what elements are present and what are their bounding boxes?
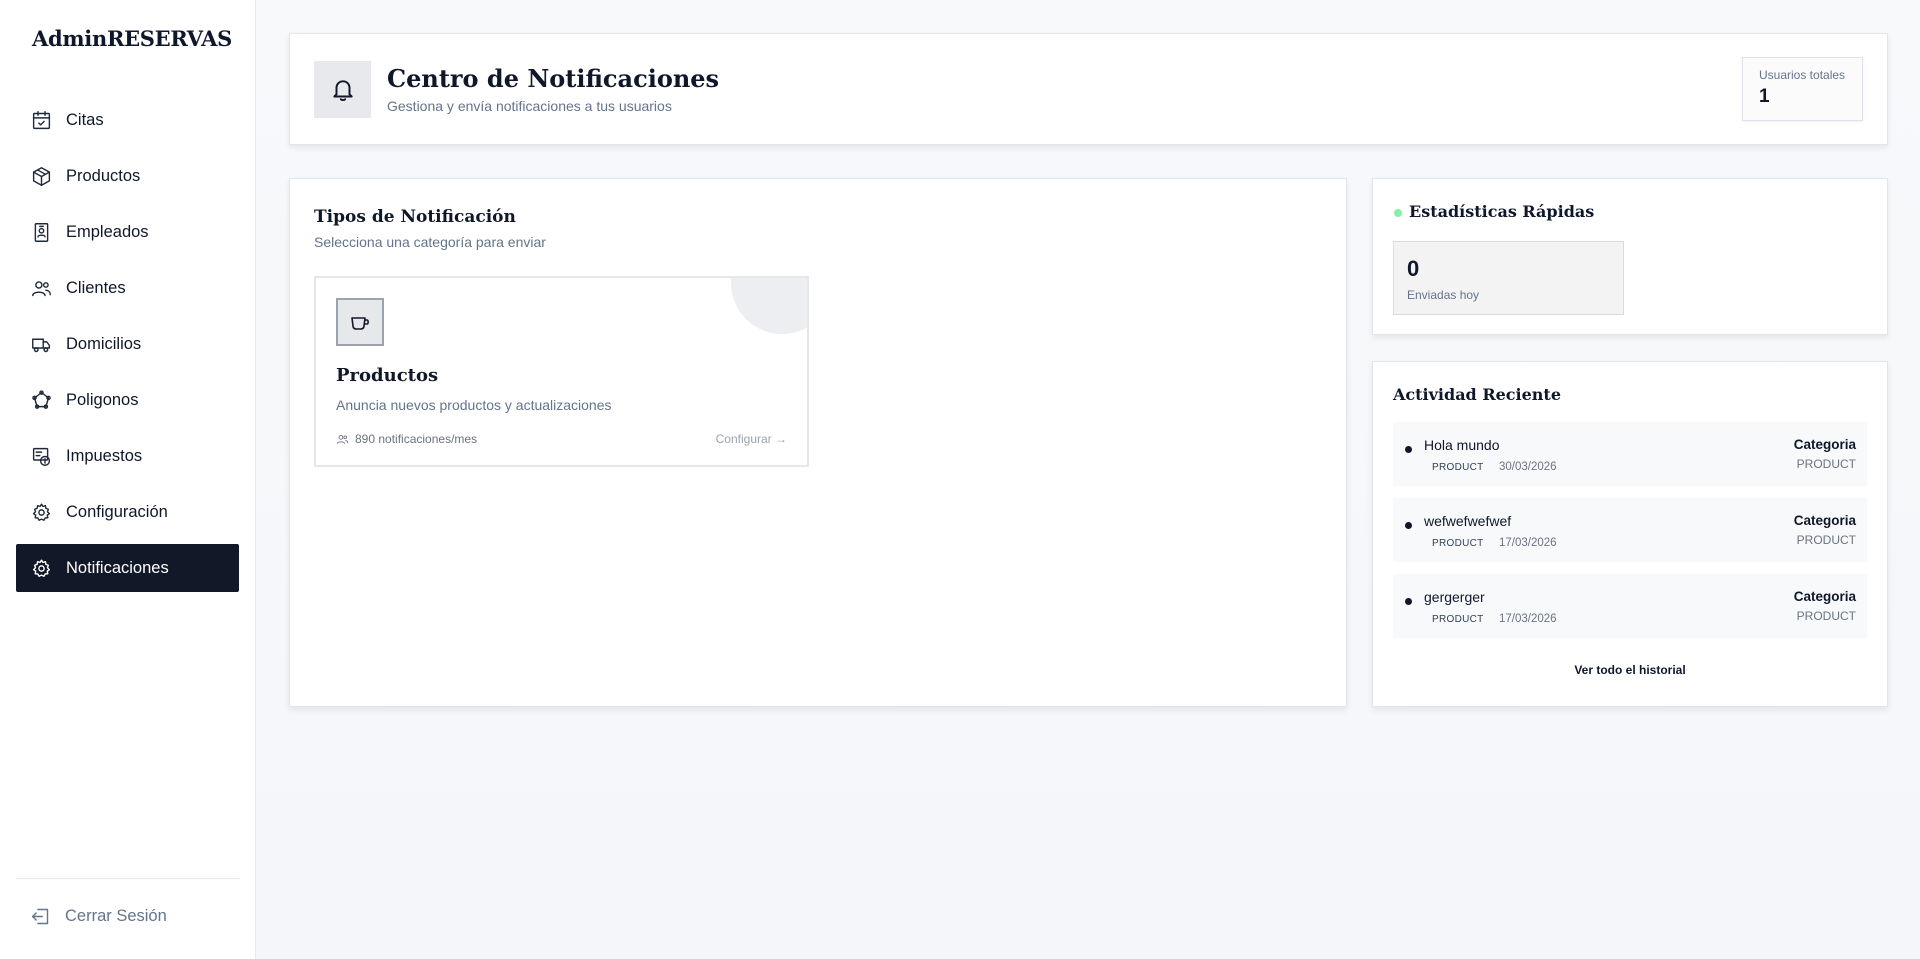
gear-icon [30,501,52,523]
list-item[interactable]: wefwefwefwef PRODUCT 17/03/2026 Categori… [1393,498,1867,562]
sidebar-item-label: Poligonos [66,390,139,409]
total-users-label: Usuarios totales [1759,68,1846,82]
logout-label: Cerrar Sesión [65,907,167,925]
notification-type-card-productos[interactable]: Productos Anuncia nuevos productos y act… [314,276,809,467]
id-badge-icon [30,221,52,243]
sidebar-item-label: Configuración [66,502,168,521]
sidebar: AdminRESERVAS Citas Productos Empleados … [0,0,256,959]
activity-date: 17/03/2026 [1499,537,1557,549]
tax-icon [30,445,52,467]
activity-category: Categoria [1793,437,1856,452]
activity-category-value: PRODUCT [1796,609,1856,623]
sent-today-label: Enviadas hoy [1407,288,1480,302]
bullet-icon [1405,598,1412,605]
sidebar-item-label: Domicilios [66,334,142,353]
sidebar-item-domicilios[interactable]: Domicilios [16,320,239,368]
notification-types-subtitle: Selecciona una categoría para enviar [314,234,546,250]
activity-tag: PRODUCT [1432,462,1484,473]
sidebar-item-clientes[interactable]: Clientes [16,264,239,312]
calendar-check-icon [30,109,52,131]
sidebar-item-citas[interactable]: Citas [16,96,239,144]
users-icon [30,277,52,299]
sidebar-item-empleados[interactable]: Empleados [16,208,239,256]
card-title: Productos [336,365,439,386]
page-subtitle: Gestiona y envía notificaciones a tus us… [387,98,672,114]
cup-icon [336,298,384,346]
decorative-circle [731,278,807,334]
gear-icon [30,557,52,579]
recent-activity-panel: Actividad Reciente Hola mundo PRODUCT 30… [1372,361,1888,707]
sidebar-item-label: Clientes [66,278,126,297]
card-meta: 890 notificaciones/mes [336,432,477,446]
header-card: Centro de Notificaciones Gestiona y enví… [289,33,1888,145]
bullet-icon [1405,522,1412,529]
page-title: Centro de Notificaciones [387,64,720,93]
sidebar-item-poligonos[interactable]: Poligonos [16,376,239,424]
view-history-link[interactable]: Ver todo el historial [1373,663,1887,677]
sidebar-item-label: Notificaciones [66,558,169,577]
polygon-icon [30,389,52,411]
activity-category-value: PRODUCT [1796,457,1856,471]
logout-icon [30,906,51,927]
sent-today-stat: 0 Enviadas hoy [1393,241,1624,315]
card-description: Anuncia nuevos productos y actualizacion… [336,397,612,413]
configure-link[interactable]: Configurar → [716,432,787,446]
sidebar-item-impuestos[interactable]: Impuestos [16,432,239,480]
sidebar-item-label: Citas [66,110,104,129]
activity-tag: PRODUCT [1432,538,1484,549]
recent-activity-title: Actividad Reciente [1393,385,1561,404]
activity-category: Categoria [1793,513,1856,528]
sidebar-item-notificaciones[interactable]: Notificaciones [16,544,239,592]
status-dot [1394,209,1402,217]
package-icon [30,165,52,187]
sidebar-item-label: Impuestos [66,446,143,465]
list-item[interactable]: Hola mundo PRODUCT 30/03/2026 Categoria … [1393,422,1867,486]
activity-date: 17/03/2026 [1499,613,1557,625]
sidebar-divider [16,878,239,879]
activity-list: Hola mundo PRODUCT 30/03/2026 Categoria … [1393,422,1867,650]
sent-today-value: 0 [1407,256,1420,281]
card-meta-text: 890 notificaciones/mes [355,432,478,446]
sidebar-item-label: Productos [66,166,141,185]
quick-stats-title: Estadísticas Rápidas [1409,202,1595,221]
brand-logo[interactable]: AdminRESERVAS [32,26,232,51]
total-users-value: 1 [1759,86,1770,107]
quick-stats-panel: Estadísticas Rápidas 0 Enviadas hoy [1372,178,1888,335]
activity-tag: PRODUCT [1432,614,1484,625]
activity-title: Hola mundo [1424,437,1500,453]
notification-types-title: Tipos de Notificación [314,207,516,227]
sidebar-nav: Citas Productos Empleados Clientes Domic… [16,96,239,600]
sidebar-item-label: Empleados [66,222,149,241]
logout-button[interactable]: Cerrar Sesión [30,906,167,927]
bell-icon [314,61,371,118]
notification-types-panel: Tipos de Notificación Selecciona una cat… [289,178,1347,707]
truck-icon [30,333,52,355]
activity-category: Categoria [1793,589,1856,604]
total-users-badge: Usuarios totales 1 [1742,57,1863,121]
sidebar-item-productos[interactable]: Productos [16,152,239,200]
activity-category-value: PRODUCT [1796,533,1856,547]
activity-date: 30/03/2026 [1499,461,1557,473]
list-item[interactable]: gergerger PRODUCT 17/03/2026 Categoria P… [1393,574,1867,638]
sidebar-item-configuracion[interactable]: Configuración [16,488,239,536]
activity-title: gergerger [1424,589,1485,605]
users-icon [336,434,349,444]
bullet-icon [1405,446,1412,453]
activity-title: wefwefwefwef [1424,513,1512,529]
